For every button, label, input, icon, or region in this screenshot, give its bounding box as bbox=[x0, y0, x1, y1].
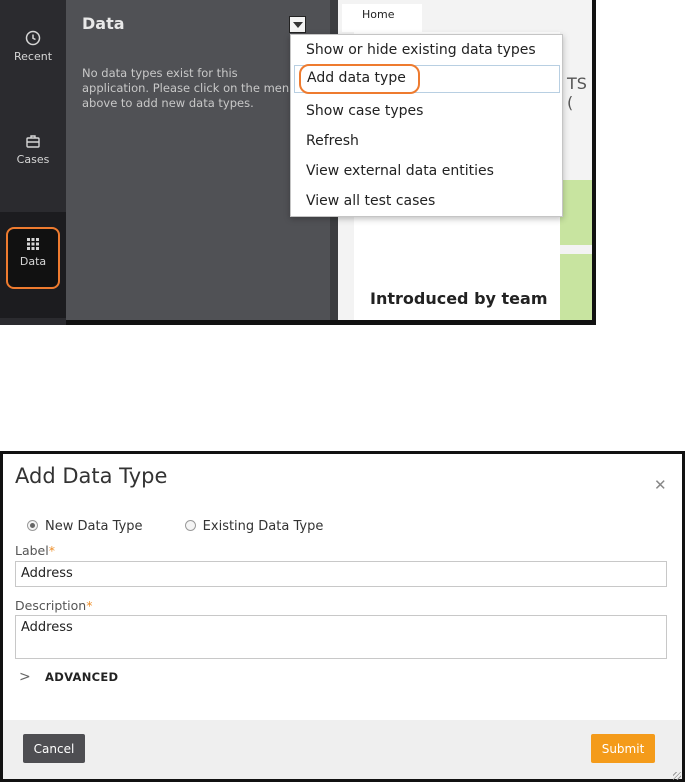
tab-label: Home bbox=[362, 8, 395, 21]
data-type-choice: New Data Type Existing Data Type bbox=[27, 519, 323, 534]
nav-item-label: Recent bbox=[13, 50, 53, 63]
panel-menu-button[interactable] bbox=[289, 16, 306, 33]
menu-item-view-all-test-cases[interactable]: View all test cases bbox=[306, 193, 435, 209]
menu-item-show-hide-data-types[interactable]: Show or hide existing data types bbox=[306, 42, 536, 58]
required-star: * bbox=[48, 543, 55, 558]
resize-handle[interactable] bbox=[673, 772, 681, 780]
briefcase-icon bbox=[26, 135, 40, 148]
chart-bar bbox=[560, 254, 592, 320]
cancel-button[interactable]: Cancel bbox=[23, 734, 85, 763]
radio-button bbox=[184, 520, 196, 531]
nav-item-label: Data bbox=[19, 255, 47, 268]
nav-item-label: Cases bbox=[16, 153, 50, 166]
label-input[interactable]: Address bbox=[15, 561, 667, 587]
section-heading: Introduced by team bbox=[370, 289, 548, 308]
label-text: Description bbox=[15, 598, 87, 613]
dialog-title: Add Data Type bbox=[15, 464, 168, 488]
nav-item-cases[interactable]: Cases bbox=[0, 133, 66, 166]
radio-label: New Data Type bbox=[45, 519, 143, 534]
highlight-ring bbox=[299, 64, 420, 94]
left-nav-rail: Recent Cases Data bbox=[0, 0, 66, 325]
description-field-label: Description* bbox=[15, 598, 92, 613]
chevron-right-icon: > bbox=[19, 669, 32, 685]
heading-fragment: TS ( bbox=[567, 74, 587, 112]
panel-title: Data bbox=[82, 14, 125, 33]
radio-button-selected bbox=[27, 520, 38, 531]
add-data-type-dialog: Add Data Type ✕ New Data Type Existing D… bbox=[0, 451, 685, 782]
empty-state-message: No data types exist for this application… bbox=[82, 66, 297, 110]
chart-bar bbox=[560, 180, 592, 245]
grid-icon bbox=[27, 238, 39, 250]
radio-label: Existing Data Type bbox=[202, 519, 324, 534]
app-screenshot: Recent Cases Data Data No data types exi… bbox=[0, 0, 596, 325]
menu-item-view-external-data-entities[interactable]: View external data entities bbox=[306, 163, 494, 179]
advanced-toggle[interactable]: > ADVANCED bbox=[19, 669, 118, 685]
label-text: Label bbox=[15, 543, 49, 558]
nav-item-data[interactable]: Data bbox=[6, 227, 60, 289]
close-icon[interactable]: ✕ bbox=[654, 476, 667, 494]
advanced-label: ADVANCED bbox=[45, 670, 119, 684]
tab-home[interactable]: Home bbox=[342, 4, 422, 32]
data-menu-dropdown: Show or hide existing data types Add dat… bbox=[290, 34, 563, 217]
clock-icon bbox=[25, 30, 41, 46]
radio-new-data-type[interactable]: New Data Type bbox=[27, 519, 147, 534]
dialog-footer: Cancel Submit bbox=[3, 720, 682, 779]
menu-item-refresh[interactable]: Refresh bbox=[306, 133, 359, 149]
menu-item-show-case-types[interactable]: Show case types bbox=[306, 103, 423, 119]
radio-existing-data-type[interactable]: Existing Data Type bbox=[184, 519, 324, 534]
label-field-label: Label* bbox=[15, 543, 55, 558]
submit-button[interactable]: Submit bbox=[591, 734, 655, 763]
required-star: * bbox=[86, 598, 93, 613]
menu-item-add-data-type[interactable]: Add data type bbox=[294, 64, 560, 94]
description-textarea[interactable]: Address bbox=[15, 615, 667, 659]
nav-item-recent[interactable]: Recent bbox=[0, 30, 66, 63]
